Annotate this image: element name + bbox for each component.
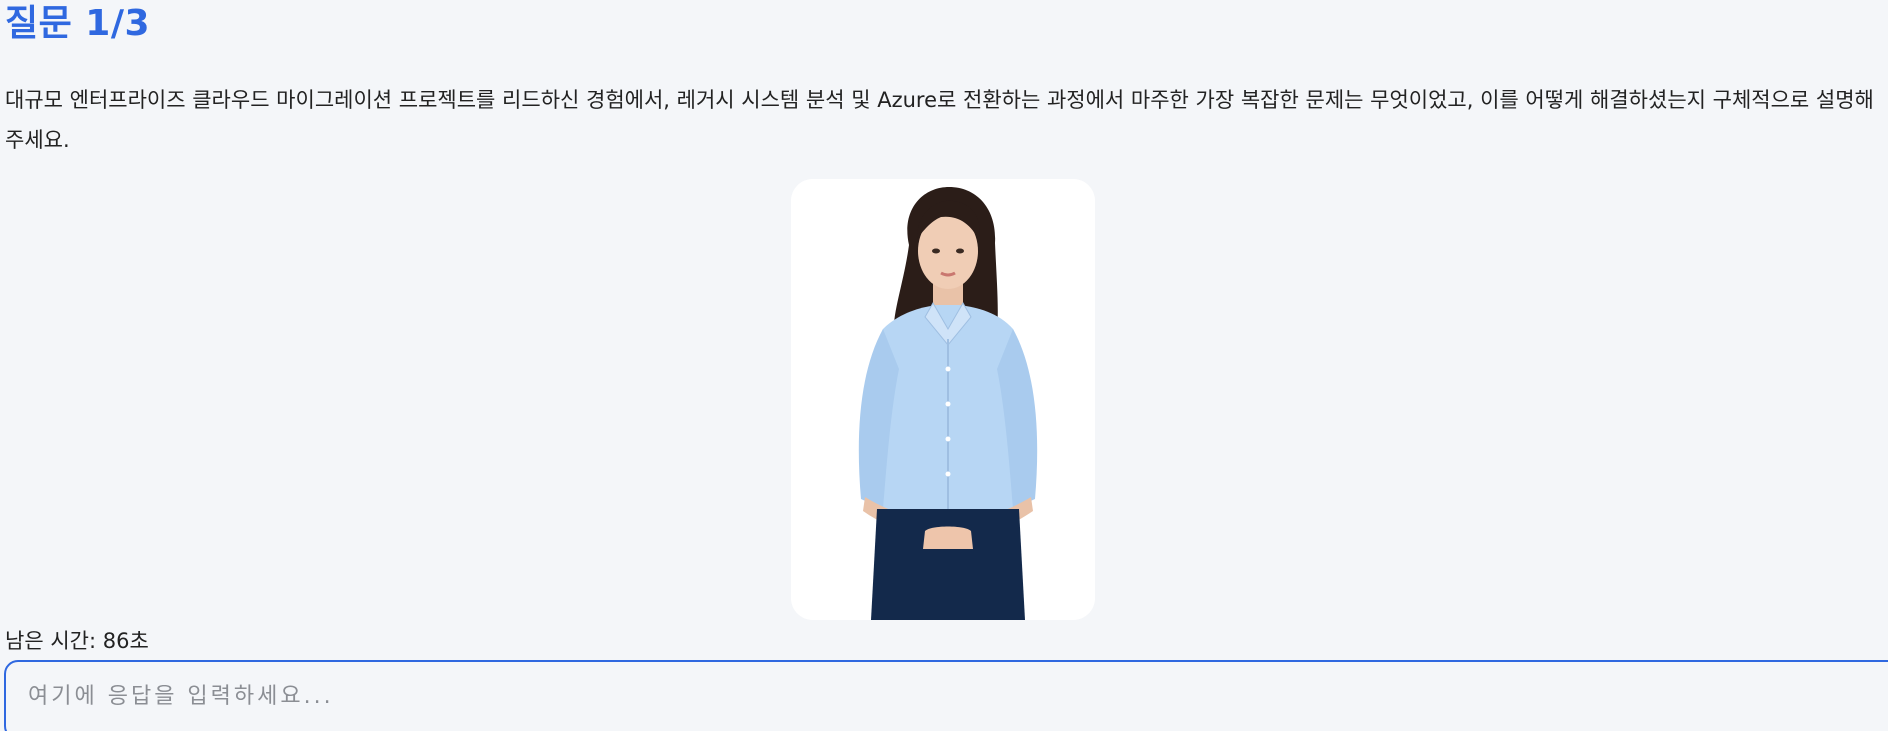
remaining-time-label: 남은 시간: <box>5 629 97 653</box>
interviewer-avatar <box>791 179 1095 620</box>
question-counter-title: 질문 1/3 <box>5 3 151 44</box>
interview-page: 질문 1/3 대규모 엔터프라이즈 클라우드 마이그레이션 프로젝트를 리드하신… <box>0 0 1888 731</box>
answer-input[interactable] <box>4 660 1888 731</box>
question-text: 대규모 엔터프라이즈 클라우드 마이그레이션 프로젝트를 리드하신 경험에서, … <box>5 88 1874 152</box>
interviewer-avatar-image <box>791 179 1095 620</box>
remaining-time: 남은 시간: 86초 <box>5 624 149 658</box>
remaining-time-value: 86초 <box>102 629 149 653</box>
